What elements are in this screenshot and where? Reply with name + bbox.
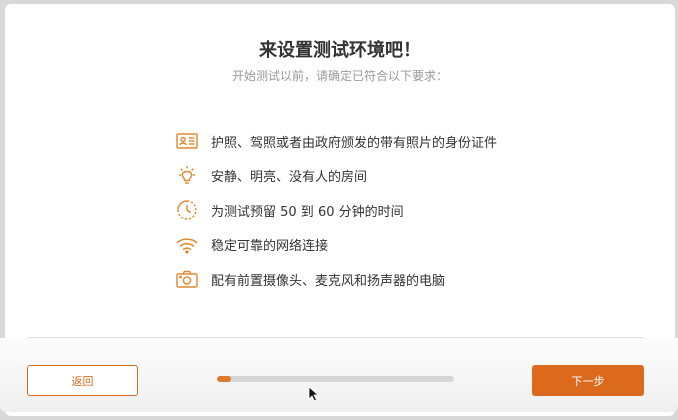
requirement-network: 稳定可靠的网络连接	[175, 228, 595, 263]
back-button[interactable]: 返回	[27, 365, 138, 396]
requirement-label: 护照、驾照或者由政府颁发的带有照片的身份证件	[211, 135, 498, 151]
requirement-computer: 配有前置摄像头、麦克风和扬声器的电脑	[175, 262, 595, 297]
requirement-label: 为测试预留 50 到 60 分钟的时间	[211, 204, 404, 220]
requirement-label: 安静、明亮、没有人的房间	[211, 170, 368, 186]
mouse-cursor-icon	[308, 386, 320, 402]
requirement-label: 配有前置摄像头、麦克风和扬声器的电脑	[211, 273, 446, 289]
next-button[interactable]: 下一步	[532, 365, 644, 396]
timer-icon	[175, 198, 199, 222]
page-title: 来设置测试环境吧！	[259, 40, 421, 61]
camera-icon	[175, 267, 199, 291]
wifi-icon	[175, 233, 199, 257]
requirements-list: 护照、驾照或者由政府颁发的带有照片的身份证件 安静、明亮、没有人的房间 为测试预…	[175, 124, 595, 297]
requirement-label: 稳定可靠的网络连接	[211, 239, 329, 255]
requirement-id-document: 护照、驾照或者由政府颁发的带有照片的身份证件	[175, 124, 595, 159]
light-bulb-icon	[175, 164, 199, 188]
requirement-time: 为测试预留 50 到 60 分钟的时间	[175, 193, 595, 228]
page-subtitle: 开始测试以前，请确定已符合以下要求：	[231, 69, 448, 83]
requirement-quiet-room: 安静、明亮、没有人的房间	[175, 159, 595, 194]
id-card-icon	[175, 129, 199, 153]
progress-bar	[217, 376, 454, 382]
progress-fill	[217, 376, 232, 382]
